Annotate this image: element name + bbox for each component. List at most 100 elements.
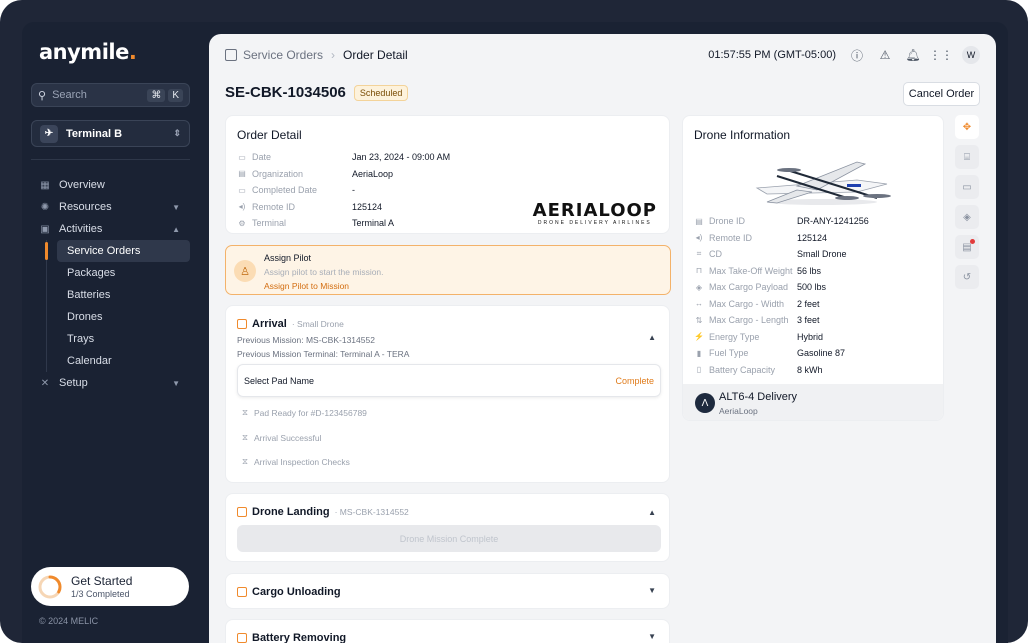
cargo-unloading-section[interactable]: Cargo Unloading ▼ <box>225 573 670 609</box>
sidebar-item-resources[interactable]: ✺ Resources ▼ <box>31 196 190 218</box>
previous-mission: Previous Mission: MS-CBK-1314552 <box>237 335 375 345</box>
sidebar-item-calendar[interactable]: Calendar <box>57 350 190 372</box>
field-row: ⌗ CD Small Drone <box>694 246 869 263</box>
chevron-down-icon: ▼ <box>172 202 180 212</box>
history-tab-icon[interactable]: ↺ <box>955 265 979 289</box>
terminal-icon: ⚙ <box>238 218 246 228</box>
field-row: ▤ Organization AeriaLoop <box>238 168 394 179</box>
pilot-icon: ♙ <box>234 260 256 282</box>
activities-submenu: Service Orders Packages Batteries Drones… <box>31 240 190 372</box>
field-row: ⇅ Max Cargo - Length 3 feet <box>695 315 820 326</box>
chevron-up-icon: ▲ <box>172 224 180 234</box>
cancel-order-button[interactable]: Cancel Order <box>903 82 980 106</box>
sidebar-item-trays[interactable]: Trays <box>57 328 190 350</box>
drone-tab-icon[interactable]: ✥ <box>955 115 979 139</box>
search-icon: ⚲ <box>38 89 47 102</box>
field-row: ◈ Max Cargo Payload 500 lbs <box>695 282 827 293</box>
battery-tab-icon[interactable]: ▭ <box>955 175 979 199</box>
chevron-down-icon[interactable]: ▼ <box>648 632 656 641</box>
sidebar-item-setup[interactable]: ✕ Setup ▼ <box>31 372 190 394</box>
chevron-down-icon[interactable]: ▼ <box>648 586 656 595</box>
field-row: ▭ Date Jan 23, 2024 - 09:00 AM <box>238 152 451 163</box>
order-id: SE-CBK-1034506 <box>225 84 346 101</box>
help-icon[interactable]: ⓘ <box>850 48 864 63</box>
right-action-rail: ✥ ⌸ ▭ ◈ ▤ ↺ <box>955 115 979 295</box>
field-row: ◂) Remote ID 125124 <box>695 232 828 243</box>
resources-icon: ✺ <box>40 201 50 213</box>
assign-pilot-alert: ♙ Assign Pilot Assign pilot to start the… <box>225 245 671 295</box>
search-placeholder: Search <box>52 89 87 101</box>
width-icon: ↔ <box>695 299 703 309</box>
step-item: ⧖ Arrival Successful <box>242 432 322 443</box>
pad-label: Select Pad Name <box>244 376 315 386</box>
calendar-check-icon: ▭ <box>238 185 246 195</box>
get-started-title: Get Started <box>71 574 133 588</box>
battery-icon: ▯ <box>696 365 702 375</box>
sidebar-item-drones[interactable]: Drones <box>57 306 190 328</box>
assign-pilot-link[interactable]: Assign Pilot to Mission <box>264 281 349 291</box>
warning-icon[interactable]: ⚠ <box>878 48 892 62</box>
assign-pilot-title: Assign Pilot <box>264 253 312 263</box>
chevron-up-icon[interactable]: ▲ <box>648 333 656 342</box>
sidebar-item-activities[interactable]: ▣ Activities ▲ <box>31 218 190 240</box>
chevron-updown-icon: ⇕ <box>173 128 181 138</box>
clipboard-icon <box>237 319 247 329</box>
cargo-header: Cargo Unloading <box>237 586 341 598</box>
field-row: ↔ Max Cargo - Width 2 feet <box>695 298 820 309</box>
divider <box>31 159 190 160</box>
sidebar-item-service-orders[interactable]: Service Orders <box>57 240 190 262</box>
terminal-selector[interactable]: ✈ Terminal B ⇕ <box>31 120 190 147</box>
clock-time: 01:57:55 PM (GMT-05:00) <box>708 49 836 61</box>
logo[interactable]: anymile. <box>39 40 137 64</box>
chevron-right-icon: › <box>331 48 336 62</box>
drone-model-footer: Λ ALT6-4 Delivery AeriaLoop <box>683 384 943 420</box>
field-row: ⚙ Terminal Terminal A <box>238 218 395 229</box>
battery-header: Battery Removing <box>237 632 346 643</box>
drone-operator: AeriaLoop <box>719 406 758 416</box>
drone-mission-complete-button[interactable]: Drone Mission Complete <box>237 525 661 552</box>
search-shortcut: ⌘ K <box>147 88 183 102</box>
organization-logo: AERIALOOP DRONE DELIVERY AIRLINES <box>532 200 657 226</box>
signal-icon: ◂) <box>695 233 703 243</box>
apps-grid-icon[interactable]: ⋮⋮ <box>929 48 953 62</box>
progress-ring-icon <box>38 575 62 598</box>
chevron-up-icon[interactable]: ▲ <box>648 508 656 517</box>
field-row: ◂) Remote ID 125124 <box>238 201 383 212</box>
cargo-tab-icon[interactable]: ⌸ <box>955 145 979 169</box>
field-row: ▭ Completed Date - <box>238 185 355 196</box>
main-content: Service Orders › Order Detail 01:57:55 P… <box>209 34 996 643</box>
field-row: ⊓ Max Take-Off Weight 56 lbs <box>695 265 822 276</box>
package-tab-icon[interactable]: ◈ <box>955 205 979 229</box>
messages-tab-icon[interactable]: ▤ <box>955 235 979 259</box>
get-started-progress: 1/3 Completed <box>71 589 130 599</box>
energy-icon: ⚡ <box>694 332 704 342</box>
package-icon: ◈ <box>695 282 703 292</box>
length-icon: ⇅ <box>695 315 703 325</box>
terminal-icon: ✈ <box>40 124 58 143</box>
drone-landing-header[interactable]: Drone Landing · MS-CBK-1314552 <box>237 506 409 518</box>
search-input[interactable]: ⚲ Search ⌘ K <box>31 83 190 107</box>
topbar: Service Orders › Order Detail 01:57:55 P… <box>209 34 996 76</box>
field-row: ⚡ Energy Type Hybrid <box>694 331 824 342</box>
select-pad-row[interactable]: Select Pad Name Complete <box>237 364 661 397</box>
step-item: ⧖ Pad Ready for #D-123456789 <box>242 407 367 418</box>
hourglass-icon: ⧖ <box>242 432 248 442</box>
battery-removing-section[interactable]: Battery Removing ▼ <box>225 619 670 643</box>
drone-model: ALT6-4 Delivery <box>719 391 798 403</box>
active-indicator <box>45 242 48 260</box>
get-started-button[interactable]: Get Started 1/3 Completed <box>31 567 189 606</box>
field-row: ▯ Battery Capacity 8 kWh <box>694 362 869 379</box>
assign-pilot-desc: Assign pilot to start the mission. <box>264 267 384 277</box>
arrival-header[interactable]: Arrival · Small Drone <box>237 318 344 330</box>
clipboard-icon: ▣ <box>40 223 50 235</box>
weight-icon: ⊓ <box>695 266 703 276</box>
bell-icon[interactable]: 🔔︎ <box>905 48 920 62</box>
calendar-icon: ▭ <box>238 152 246 162</box>
sidebar-item-batteries[interactable]: Batteries <box>57 284 190 306</box>
sidebar-item-overview[interactable]: ▦ Overview <box>31 174 190 196</box>
avatar[interactable]: W <box>962 46 980 64</box>
sidebar-item-packages[interactable]: Packages <box>57 262 190 284</box>
fuel-icon: ▮ <box>696 348 702 358</box>
breadcrumb-service-orders[interactable]: Service Orders <box>243 48 323 62</box>
field-row: ▤ Drone ID DR-ANY-1241256 <box>695 216 869 227</box>
